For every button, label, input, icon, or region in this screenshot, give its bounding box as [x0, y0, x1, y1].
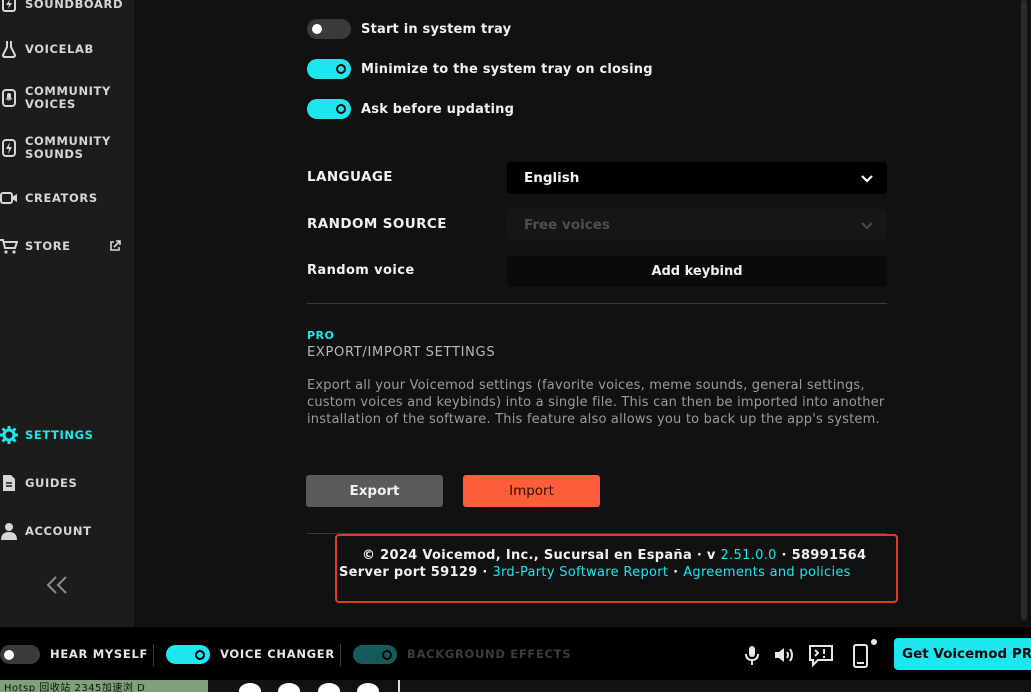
add-keybind-button[interactable]: Add keybind	[507, 256, 887, 287]
copyright-text: © 2024 Voicemod, Inc., Sucursal en Españ…	[362, 548, 716, 563]
minimize-to-tray-toggle[interactable]	[307, 59, 351, 79]
ask-before-updating-label: Ask before updating	[361, 101, 515, 117]
sidebar-item-label: COMMUNITY SOUNDS	[25, 134, 111, 161]
random-source-select[interactable]: Free voices	[507, 209, 887, 241]
start-in-tray-row: Start in system tray	[307, 19, 511, 39]
external-link-icon	[109, 237, 121, 256]
minimize-to-tray-row: Minimize to the system tray on closing	[307, 59, 653, 79]
document-icon	[0, 473, 18, 493]
export-import-description: Export all your Voicemod settings (favor…	[307, 378, 885, 427]
export-import-heading: EXPORT/IMPORT SETTINGS	[307, 345, 496, 360]
flask-icon	[0, 39, 18, 59]
export-button[interactable]: Export	[306, 475, 443, 507]
collapse-sidebar-button[interactable]	[44, 573, 70, 597]
taskbar-text: Hotsp 回收站 2345加速浏 D	[4, 683, 146, 692]
voice-changer-toggle[interactable]	[166, 645, 210, 664]
microphone-icon[interactable]	[740, 643, 764, 667]
sidebar-item-label: VOICELAB	[25, 41, 94, 56]
version-number: 2.51.0.0	[720, 548, 777, 563]
language-value: English	[524, 170, 580, 186]
random-source-label: RANDOM SOURCE	[307, 216, 447, 232]
get-pro-button[interactable]: Get Voicemod PRO	[894, 638, 1031, 670]
taskbar-divider	[398, 680, 400, 692]
bottom-separator	[340, 644, 341, 666]
user-icon	[0, 521, 18, 541]
start-in-tray-label: Start in system tray	[361, 21, 512, 37]
chevron-down-icon	[861, 172, 873, 188]
hear-myself-toggle[interactable]	[0, 645, 40, 664]
minimize-to-tray-label: Minimize to the system tray on closing	[361, 61, 653, 77]
sidebar-item-voicelab[interactable]: VOICELAB	[0, 39, 94, 59]
random-voice-label: Random voice	[307, 263, 415, 278]
sidebar-item-soundboard[interactable]: SOUNDBOARD	[0, 0, 123, 14]
random-source-value: Free voices	[524, 217, 610, 233]
sidebar-item-store[interactable]: STORE	[0, 236, 134, 256]
ask-before-updating-row: Ask before updating	[307, 99, 514, 119]
sidebar: SOUNDBOARD VOICELAB COMMUNITY VOICES COM…	[0, 0, 134, 627]
lightning-icon	[0, 138, 18, 158]
double-chevron-left-icon	[44, 576, 70, 601]
bottom-bar: HEAR MYSELF VOICE CHANGER BACKGROUND EFF…	[0, 627, 1031, 680]
camera-icon	[0, 188, 18, 208]
sidebar-item-label: GUIDES	[25, 475, 78, 490]
background-effects-label: BACKGROUND EFFECTS	[407, 647, 572, 661]
taskbar-strip: Hotsp 回收站 2345加速浏 D	[0, 680, 1031, 692]
build-number: · 58991564	[781, 548, 867, 563]
keyboard-shortcut-icon[interactable]	[808, 643, 833, 668]
soundboard-icon	[0, 0, 18, 14]
pro-badge: PRO	[307, 329, 335, 342]
footer-separator: ·	[673, 565, 679, 580]
copyright-line: © 2024 Voicemod, Inc., Sucursal en Españ…	[362, 548, 866, 563]
sidebar-item-label: SETTINGS	[25, 427, 94, 442]
import-button[interactable]: Import	[463, 475, 600, 507]
sidebar-item-label: ACCOUNT	[25, 523, 92, 538]
sidebar-item-label: CREATORS	[25, 190, 98, 205]
background-effects-toggle[interactable]	[353, 645, 397, 664]
language-label: LANGUAGE	[307, 169, 393, 185]
sidebar-item-account[interactable]: ACCOUNT	[0, 521, 92, 541]
taskbar-app-icon[interactable]	[239, 683, 261, 692]
server-port-text: Server port 59129 ·	[339, 565, 488, 580]
cart-icon	[0, 236, 18, 256]
gear-icon	[0, 425, 18, 445]
scrollbar-thumb[interactable]	[1021, 0, 1027, 620]
sidebar-item-guides[interactable]: GUIDES	[0, 473, 77, 493]
sidebar-item-settings[interactable]: SETTINGS	[0, 425, 94, 445]
taskbar-app-icon[interactable]	[357, 683, 379, 692]
language-select[interactable]: English	[507, 162, 887, 194]
agreements-policies-link[interactable]: Agreements and policies	[683, 565, 851, 580]
third-party-report-link[interactable]: 3rd-Party Software Report	[492, 565, 668, 580]
sidebar-item-label: COMMUNITY VOICES	[25, 84, 111, 111]
taskbar-app-icon[interactable]	[278, 683, 300, 692]
ask-before-updating-toggle[interactable]	[307, 99, 351, 119]
sidebar-item-community-sounds[interactable]: COMMUNITY SOUNDS	[0, 135, 111, 161]
sidebar-item-creators[interactable]: CREATORS	[0, 188, 98, 208]
sidebar-item-label: SOUNDBOARD	[25, 0, 124, 11]
chevron-down-icon	[861, 219, 873, 235]
voice-changer-label: VOICE CHANGER	[220, 647, 335, 661]
taskbar-app-icon[interactable]	[318, 683, 340, 692]
speaker-icon[interactable]	[772, 643, 796, 667]
mobile-device-icon[interactable]	[848, 639, 878, 669]
start-in-tray-toggle[interactable]	[307, 19, 351, 39]
bottom-separator	[153, 644, 154, 666]
hear-myself-label: HEAR MYSELF	[50, 647, 149, 661]
section-divider	[307, 303, 887, 304]
sidebar-item-label: STORE	[25, 238, 71, 253]
server-line: Server port 59129 · 3rd-Party Software R…	[339, 565, 851, 580]
voicemod-window: SOUNDBOARD VOICELAB COMMUNITY VOICES COM…	[0, 0, 1031, 692]
sidebar-item-community-voices[interactable]: COMMUNITY VOICES	[0, 85, 111, 111]
microphone-icon	[0, 88, 18, 108]
